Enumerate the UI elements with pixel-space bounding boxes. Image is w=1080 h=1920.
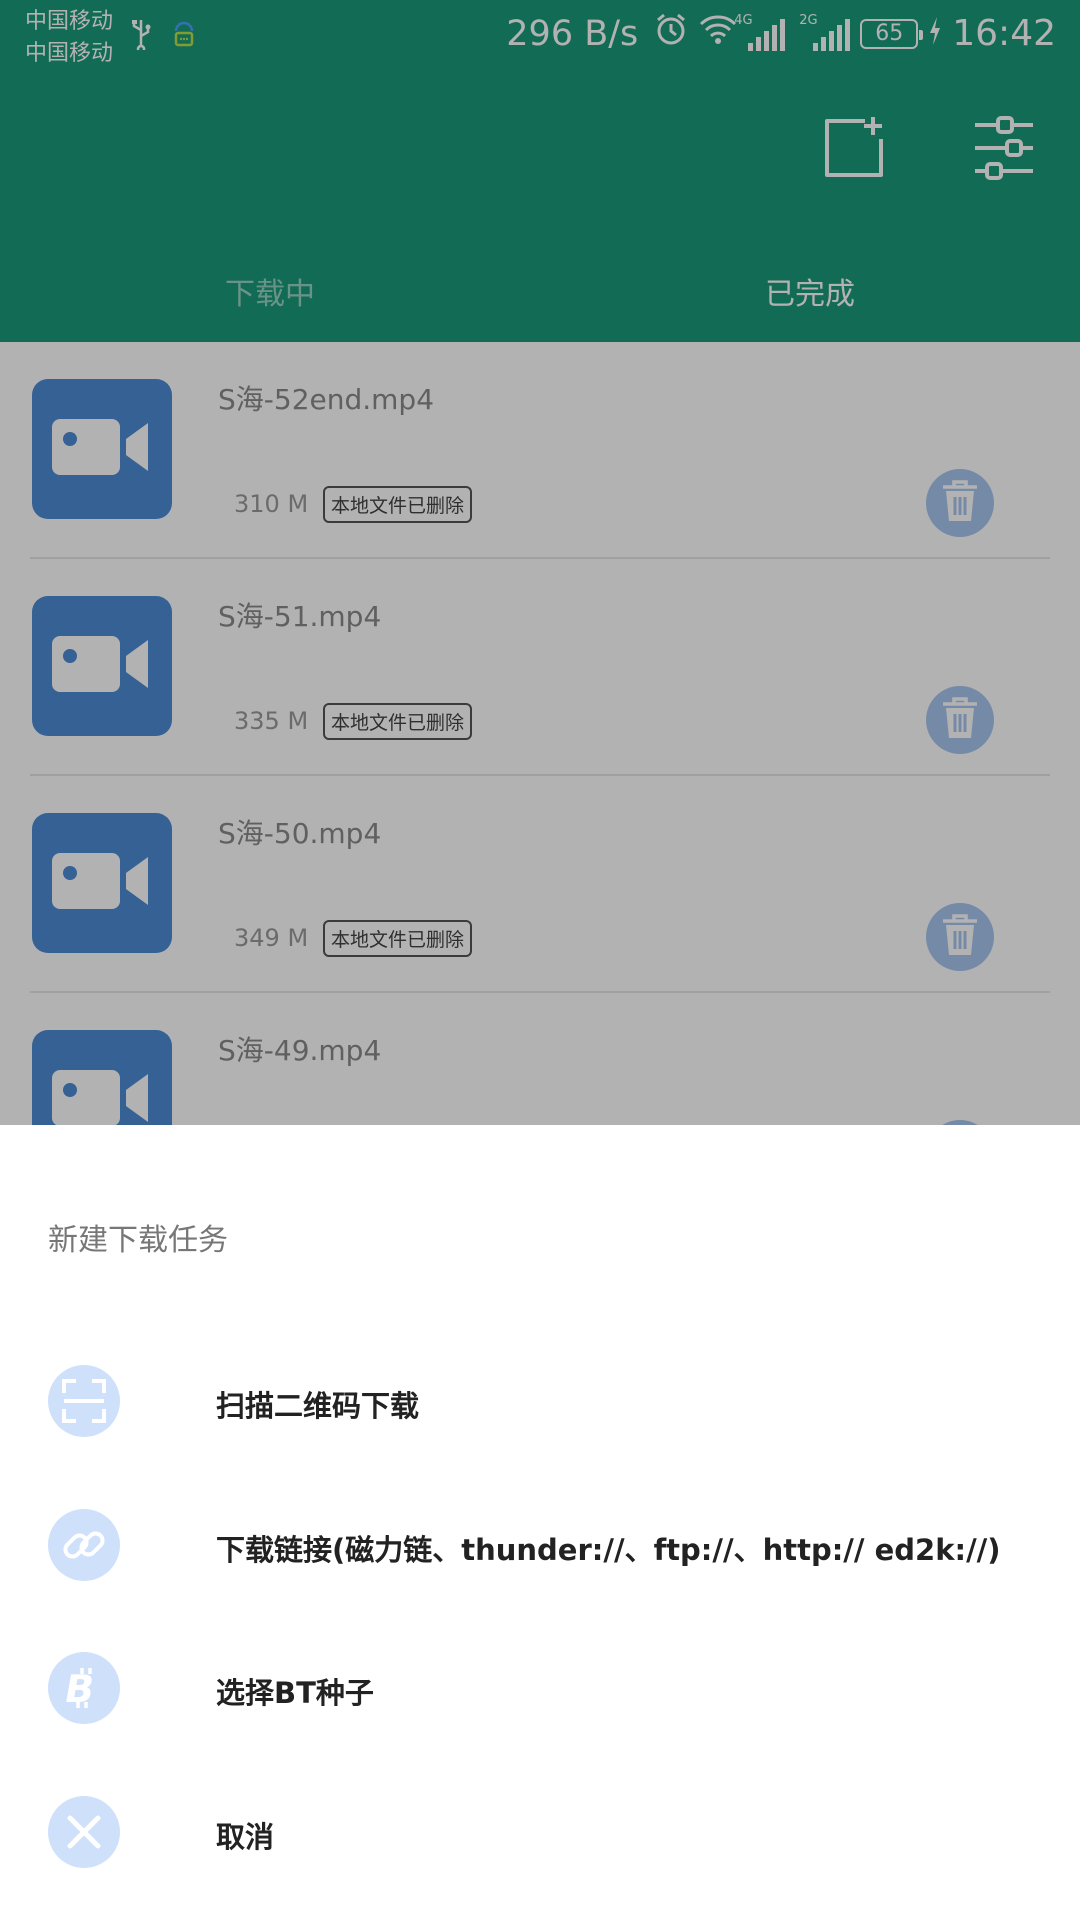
- bt-seed-option[interactable]: B 选择BT种子: [0, 1634, 1080, 1744]
- download-link-option[interactable]: 下载链接(磁力链、thunder://、ftp://、http:// ed2k:…: [0, 1491, 1080, 1601]
- svg-text:B: B: [62, 1667, 98, 1712]
- cancel-option[interactable]: 取消: [0, 1778, 1080, 1888]
- scan-qr-option[interactable]: 扫描二维码下载: [0, 1347, 1080, 1457]
- download-link-label: 下载链接(磁力链、thunder://、ftp://、http:// ed2k:…: [216, 1533, 1001, 1567]
- close-icon: [48, 1796, 120, 1868]
- bt-seed-label: 选择BT种子: [216, 1676, 374, 1710]
- sheet-title: 新建下载任务: [48, 1223, 228, 1258]
- scan-qr-icon: [48, 1365, 120, 1437]
- scan-qr-label: 扫描二维码下载: [216, 1389, 420, 1423]
- bitcoin-icon: B: [48, 1652, 120, 1724]
- link-icon: [48, 1509, 120, 1581]
- modal-scrim[interactable]: [0, 0, 1080, 1127]
- cancel-label: 取消: [216, 1820, 275, 1854]
- new-task-sheet: 新建下载任务 扫描二维码下载 下载链接(磁力链、thunder://、ftp:/…: [0, 1125, 1080, 1920]
